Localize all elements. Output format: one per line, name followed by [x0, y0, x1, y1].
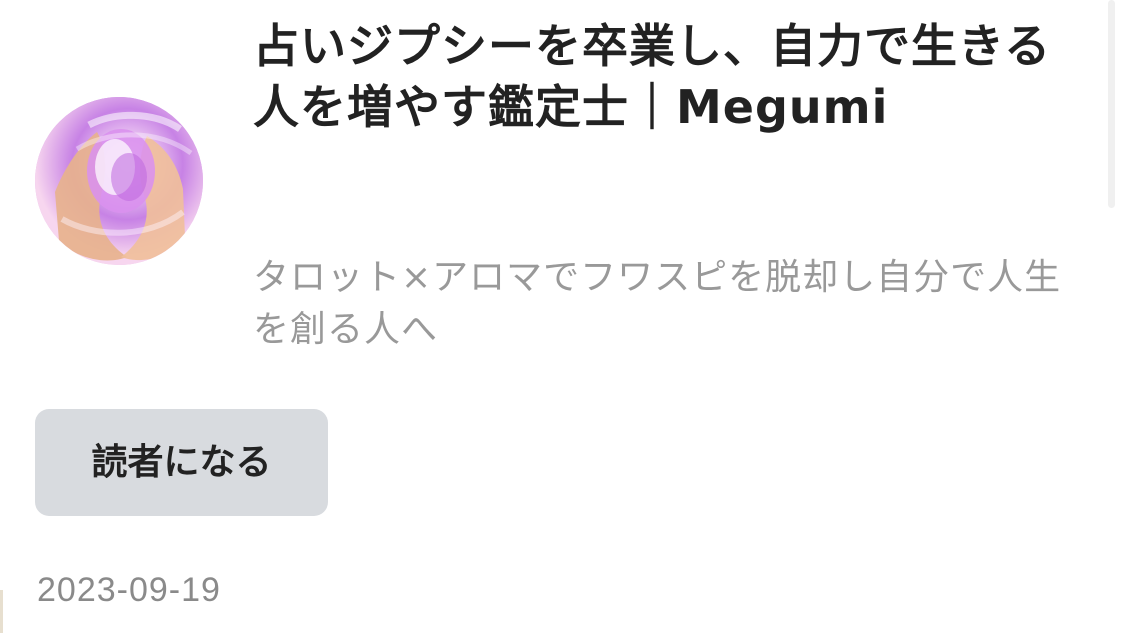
post-date: 2023-09-19 [37, 571, 221, 609]
left-edge-decoration [0, 590, 3, 633]
profile-description: タロット×アロマでフワスピを脱却し自分で人生を創る人へ [253, 257, 1062, 351]
follow-button[interactable]: 読者になる [35, 409, 328, 516]
page-title: 占いジプシーを卒業し、自力で生きる人を増やす鑑定士｜Megumi [253, 19, 1052, 134]
avatar-image [35, 97, 203, 265]
scrollbar[interactable] [1108, 0, 1115, 208]
profile-card: 占いジプシーを卒業し、自力で生きる人を増やす鑑定士｜Megumi タロット×アロ… [0, 0, 1125, 633]
avatar[interactable] [35, 97, 203, 265]
